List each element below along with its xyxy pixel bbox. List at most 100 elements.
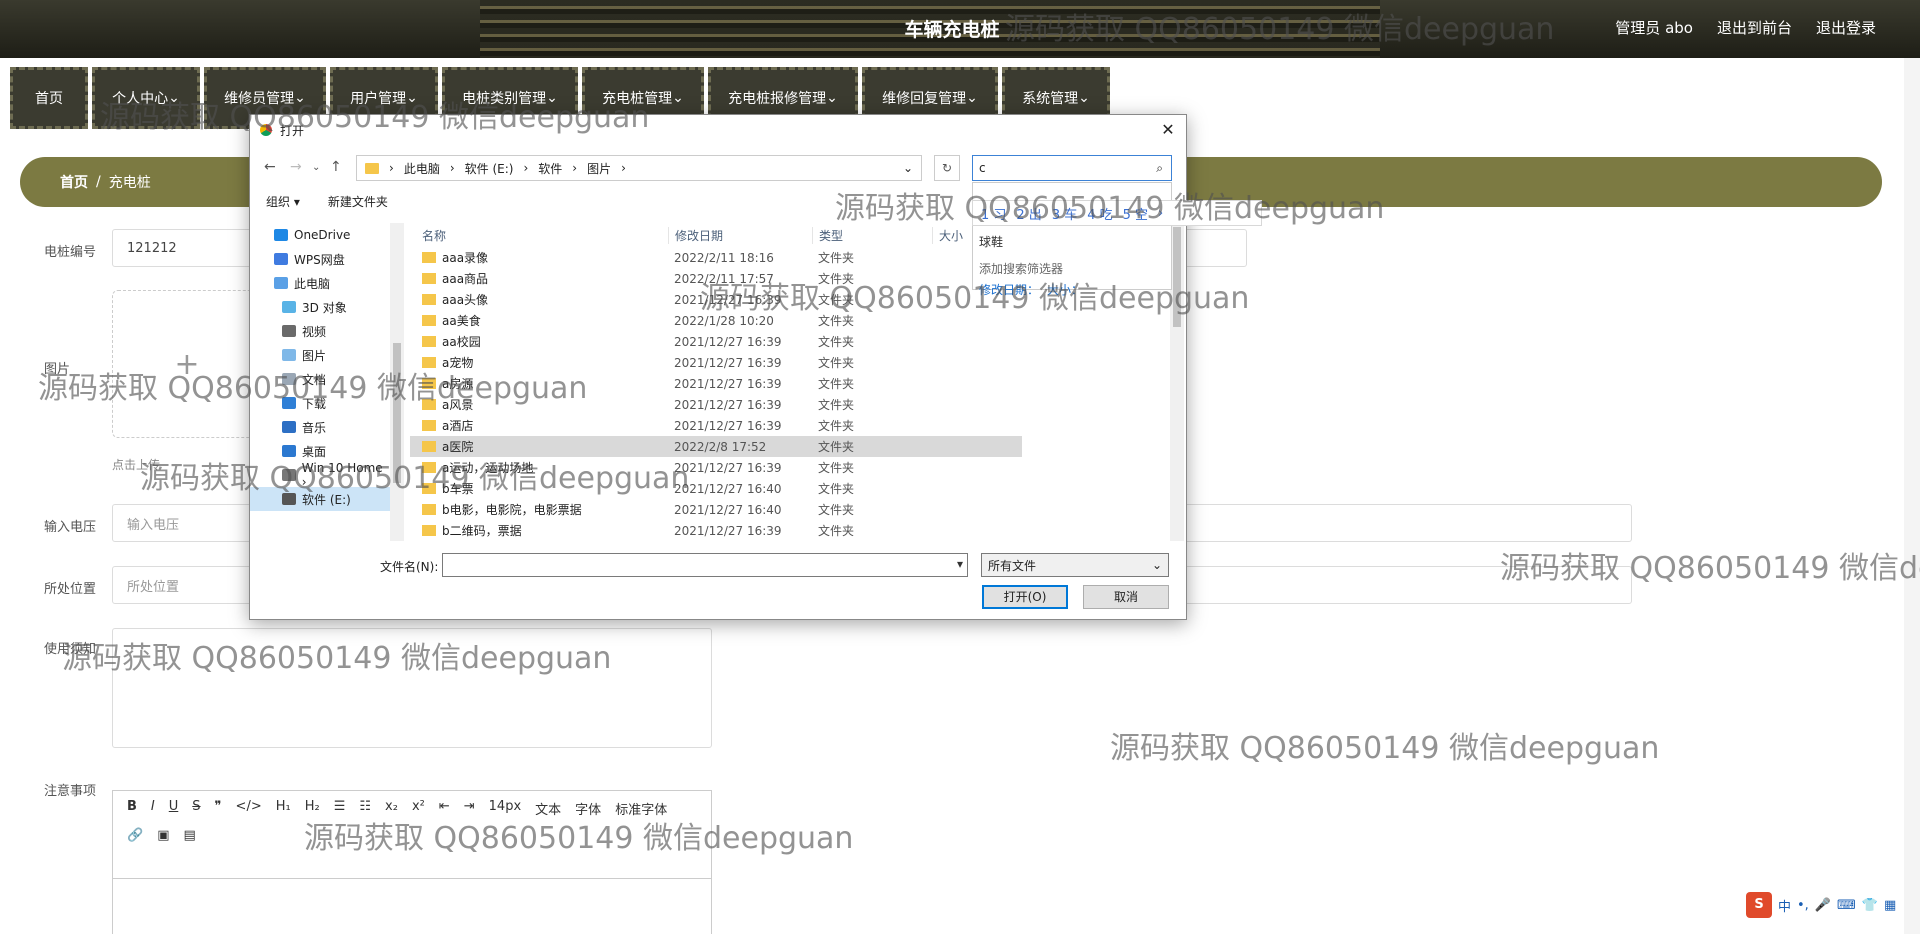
scroll-thumb[interactable] bbox=[393, 343, 401, 483]
microphone-icon[interactable]: 🎤 bbox=[1815, 898, 1831, 913]
forward-arrow-icon[interactable]: → bbox=[290, 159, 302, 175]
h2-icon[interactable]: H₂ bbox=[305, 799, 320, 818]
col-date[interactable]: 修改日期 bbox=[668, 226, 812, 244]
code-icon[interactable]: </> bbox=[236, 799, 262, 818]
tree-drive-e[interactable]: 软件 (E:) bbox=[250, 487, 390, 511]
keyboard-icon[interactable]: ⌨ bbox=[1837, 898, 1856, 913]
file-row[interactable]: b二维码，票据 2021/12/27 16:39 文件夹 bbox=[410, 520, 1168, 541]
address-bar[interactable]: › 此电脑 › 软件 (E:) › 软件 › 图片 › ⌄ bbox=[356, 155, 922, 181]
tree-scrollbar[interactable] bbox=[390, 223, 404, 541]
page-scrollbar[interactable] bbox=[1904, 58, 1920, 934]
sogou-logo-icon[interactable]: S bbox=[1746, 892, 1772, 918]
video-icon[interactable]: ▤ bbox=[183, 828, 195, 843]
tree-wps[interactable]: WPS网盘 bbox=[250, 247, 390, 271]
file-row[interactable]: a宠物 2021/12/27 16:39 文件夹 bbox=[410, 352, 1168, 373]
superscript-icon[interactable]: x² bbox=[412, 799, 425, 818]
ime-candidate[interactable]: 5 空 bbox=[1123, 204, 1148, 223]
file-type: 文件夹 bbox=[818, 377, 855, 391]
tree-this-pc[interactable]: 此电脑 bbox=[250, 271, 390, 295]
path-this-pc[interactable]: 此电脑 bbox=[404, 160, 440, 177]
nav-home[interactable]: 首页 bbox=[10, 67, 88, 129]
ime-punct[interactable]: •, bbox=[1797, 898, 1809, 913]
file-row[interactable]: b车票 2021/12/27 16:40 文件夹 bbox=[410, 478, 1168, 499]
col-name[interactable]: 名称 bbox=[410, 227, 668, 244]
recent-chevron-icon[interactable]: ⌄ bbox=[312, 162, 320, 173]
tree-pictures[interactable]: 图片 bbox=[250, 343, 390, 367]
suggestion-item[interactable]: 球鞋 bbox=[979, 233, 1165, 250]
path-pictures[interactable]: 图片 bbox=[587, 160, 611, 177]
refresh-icon[interactable]: ↻ bbox=[934, 155, 960, 181]
ime-candidate[interactable]: 3 车 bbox=[1052, 204, 1077, 223]
logout-link[interactable]: 退出登录 bbox=[1816, 17, 1876, 38]
nav-personal-center[interactable]: 个人中心 ⌄ bbox=[92, 67, 200, 129]
tree-onedrive[interactable]: OneDrive bbox=[250, 223, 390, 247]
file-row[interactable]: a风景 2021/12/27 16:39 文件夹 bbox=[410, 394, 1168, 415]
up-arrow-icon[interactable]: ↑ bbox=[330, 159, 342, 175]
open-button[interactable]: 打开(O) bbox=[982, 585, 1068, 609]
back-arrow-icon[interactable]: ← bbox=[264, 159, 276, 175]
file-row[interactable]: a酒店 2021/12/27 16:39 文件夹 bbox=[410, 415, 1168, 436]
scroll-thumb[interactable] bbox=[1173, 227, 1181, 327]
link-icon[interactable]: 🔗 bbox=[127, 828, 143, 843]
admin-user-link[interactable]: 管理员 abo bbox=[1615, 17, 1693, 38]
italic-icon[interactable]: I bbox=[151, 799, 155, 818]
outdent-icon[interactable]: ⇤ bbox=[439, 799, 450, 818]
usage-label: 使用须知 bbox=[44, 642, 97, 657]
font-select[interactable]: 字体 bbox=[575, 799, 601, 818]
file-type: 文件夹 bbox=[818, 524, 855, 538]
file-row[interactable]: b电影，电影院，电影票据 2021/12/27 16:40 文件夹 bbox=[410, 499, 1168, 520]
ordered-list-icon[interactable]: ☰ bbox=[334, 799, 346, 818]
tree-downloads[interactable]: 下载 bbox=[250, 391, 390, 415]
tree-music[interactable]: 音乐 bbox=[250, 415, 390, 439]
bold-icon[interactable]: B bbox=[127, 799, 137, 818]
tree-win10[interactable]: Win 10 Home › bbox=[250, 461, 390, 489]
cancel-button[interactable]: 取消 bbox=[1083, 585, 1169, 609]
search-input[interactable]: c ⌕ bbox=[972, 155, 1172, 181]
list-scrollbar[interactable] bbox=[1170, 223, 1184, 541]
col-type[interactable]: 类型 bbox=[812, 226, 932, 244]
organize-button[interactable]: 组织 ▾ bbox=[266, 193, 300, 210]
tree-documents[interactable]: 文档 bbox=[250, 367, 390, 391]
breadcrumb-home[interactable]: 首页 bbox=[60, 172, 88, 192]
tree-videos[interactable]: 视频 bbox=[250, 319, 390, 343]
close-icon[interactable]: ✕ bbox=[1154, 119, 1182, 141]
bullet-list-icon[interactable]: ☷ bbox=[359, 799, 371, 818]
ime-mode[interactable]: 中 bbox=[1778, 896, 1791, 915]
strike-icon[interactable]: S bbox=[192, 799, 200, 818]
font-size-select[interactable]: 14px bbox=[489, 799, 522, 818]
chevron-right-icon[interactable]: › bbox=[1158, 206, 1163, 221]
ime-candidate[interactable]: 1 习 bbox=[981, 204, 1006, 223]
underline-icon[interactable]: U bbox=[169, 799, 179, 818]
grid-icon[interactable]: ▦ bbox=[1884, 898, 1896, 913]
file-row[interactable]: a运动，运动场地 2021/12/27 16:39 文件夹 bbox=[410, 457, 1168, 478]
filename-input[interactable] bbox=[442, 553, 968, 577]
image-icon[interactable]: ▣ bbox=[157, 828, 169, 843]
quote-icon[interactable]: ❞ bbox=[215, 799, 222, 818]
path-software[interactable]: 软件 bbox=[538, 160, 562, 177]
file-row[interactable]: aa美食 2022/1/28 10:20 文件夹 bbox=[410, 310, 1168, 331]
subscript-icon[interactable]: x₂ bbox=[385, 799, 398, 818]
tree-desktop[interactable]: 桌面 bbox=[250, 439, 390, 463]
usage-textarea[interactable] bbox=[112, 628, 712, 748]
ime-candidate[interactable]: 4 吃 bbox=[1087, 204, 1112, 223]
size-filter[interactable]: 大小： bbox=[1047, 281, 1083, 298]
file-name: aa校园 bbox=[442, 335, 481, 349]
file-row[interactable]: aa校园 2021/12/27 16:39 文件夹 bbox=[410, 331, 1168, 352]
shirt-icon[interactable]: 👕 bbox=[1862, 898, 1878, 913]
font-family-select[interactable]: 标准字体 bbox=[615, 799, 667, 818]
text-type-select[interactable]: 文本 bbox=[535, 799, 561, 818]
file-date: 2022/2/11 18:16 bbox=[674, 250, 774, 265]
file-row[interactable]: a医院 2022/2/8 17:52 文件夹 bbox=[410, 436, 1022, 457]
upload-plus-icon[interactable]: + bbox=[112, 290, 262, 438]
ime-candidate[interactable]: 2 出 bbox=[1016, 204, 1041, 223]
path-drive-e[interactable]: 软件 (E:) bbox=[465, 160, 514, 177]
tree-3d[interactable]: 3D 对象 bbox=[250, 295, 390, 319]
modified-date-filter[interactable]: 修改日期： bbox=[979, 281, 1039, 298]
h1-icon[interactable]: H₁ bbox=[276, 799, 291, 818]
indent-icon[interactable]: ⇥ bbox=[464, 799, 475, 818]
new-folder-button[interactable]: 新建文件夹 bbox=[328, 193, 388, 210]
filetype-select[interactable]: 所有文件 ⌄ bbox=[981, 553, 1169, 577]
chevron-down-icon[interactable]: ⌄ bbox=[903, 161, 913, 175]
back-to-front-link[interactable]: 退出到前台 bbox=[1717, 17, 1792, 38]
file-row[interactable]: a房源 2021/12/27 16:39 文件夹 bbox=[410, 373, 1168, 394]
